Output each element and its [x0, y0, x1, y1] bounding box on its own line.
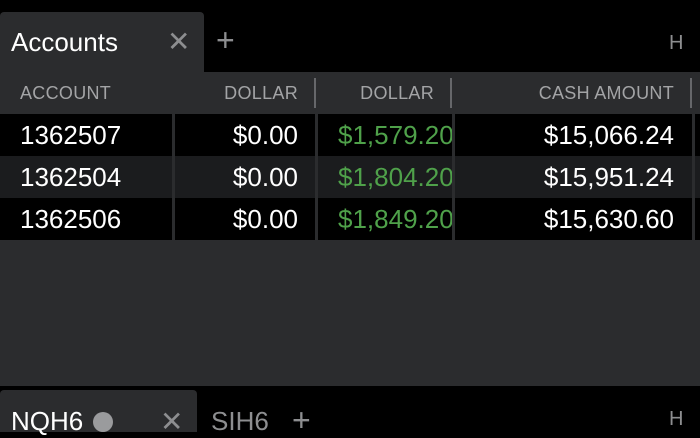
clipped-tab-label[interactable]: H — [669, 32, 683, 55]
table-body: 1362507 $0.00 $1,579.20 $15,066.24 13625… — [0, 114, 700, 240]
column-header-cash-amount[interactable]: CASH AMOUNT — [539, 83, 674, 104]
cell-divider — [315, 156, 318, 198]
add-tab-icon[interactable]: + — [216, 24, 235, 56]
cell-divider — [172, 156, 175, 198]
cell-divider — [692, 156, 695, 198]
table-row[interactable]: 1362506 $0.00 $1,849.20 $15,630.60 — [0, 198, 700, 240]
tab-sih6[interactable]: SIH6 — [211, 406, 269, 437]
accounts-panel: ACCOUNT DOLLAR DOLLAR CASH AMOUNT 136250… — [0, 72, 700, 386]
top-tab-bar: Accounts ✕ + H — [0, 0, 700, 72]
account-cell: 1362504 — [20, 162, 122, 192]
close-icon[interactable]: ✕ — [167, 28, 190, 56]
cell-divider — [315, 114, 318, 156]
dollar-cell: $0.00 — [232, 204, 298, 234]
column-header-dollar-2[interactable]: DOLLAR — [360, 83, 434, 104]
cell-divider — [315, 198, 318, 240]
column-resize-handle[interactable] — [450, 78, 452, 108]
cash-amount-cell: $15,951.24 — [543, 162, 674, 192]
cell-divider — [692, 198, 695, 240]
table-row[interactable]: 1362507 $0.00 $1,579.20 $15,066.24 — [0, 114, 700, 156]
dollar-2-cell: $1,579.20 — [338, 120, 452, 150]
cell-divider — [172, 198, 175, 240]
bottom-tab-bar: NQH6 ✕ SIH6 + H — [0, 386, 700, 436]
table-row[interactable]: 1362504 $0.00 $1,804.20 $15,951.24 — [0, 156, 700, 198]
dollar-cell: $0.00 — [232, 120, 298, 150]
cell-divider — [452, 156, 455, 198]
tab-nqh6-label: NQH6 — [11, 406, 84, 436]
column-header-account[interactable]: ACCOUNT — [20, 83, 111, 104]
tab-accounts[interactable]: Accounts ✕ — [0, 12, 204, 72]
column-resize-handle[interactable] — [690, 78, 692, 108]
cell-divider — [692, 114, 695, 156]
column-resize-handle[interactable] — [314, 78, 316, 108]
tab-nqh6[interactable]: NQH6 ✕ — [0, 390, 197, 436]
add-tab-icon[interactable]: + — [292, 404, 311, 436]
column-header-dollar[interactable]: DOLLAR — [224, 83, 298, 104]
dollar-2-cell: $1,804.20 — [338, 162, 452, 192]
table-header: ACCOUNT DOLLAR DOLLAR CASH AMOUNT — [0, 72, 700, 114]
tab-accounts-label: Accounts — [11, 27, 118, 57]
cell-divider — [452, 114, 455, 156]
dollar-2-cell: $1,849.20 — [338, 204, 452, 234]
cash-amount-cell: $15,630.60 — [543, 204, 674, 234]
cell-divider — [452, 198, 455, 240]
cash-amount-cell: $15,066.24 — [543, 120, 674, 150]
clipped-tab-label[interactable]: H — [669, 408, 683, 431]
account-cell: 1362506 — [20, 204, 122, 234]
account-cell: 1362507 — [20, 120, 122, 150]
dollar-cell: $0.00 — [232, 162, 298, 192]
cell-divider — [172, 114, 175, 156]
status-dot-icon — [93, 412, 113, 432]
